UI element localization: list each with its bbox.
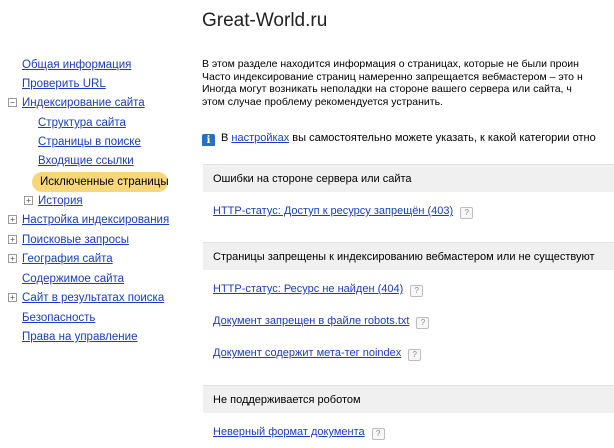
sidebar-item-label[interactable]: Сайт в результатах поиска <box>22 292 164 304</box>
collapse-toggle-icon[interactable]: − <box>8 98 17 107</box>
expand-toggle-icon[interactable]: + <box>8 235 17 244</box>
intro-line: этом случае проблему рекомендуется устра… <box>202 95 443 108</box>
excluded-reason-item: Неверный формат документа? <box>213 424 385 440</box>
group-header-forbidden-or-missing: Страницы запрещены к индексированию вебм… <box>203 242 614 270</box>
group-header-server-errors: Ошибки на стороне сервера или сайта <box>203 164 614 192</box>
sidebar-item-label[interactable]: Проверить URL <box>22 78 106 90</box>
reason-link-robots-txt[interactable]: Документ запрещен в файле robots.txt <box>213 315 409 327</box>
sidebar-item-indexing-settings[interactable]: + Настройка индексирования <box>8 211 169 229</box>
excluded-reason-item: HTTP-статус: Ресурс не найден (404)? <box>213 281 424 297</box>
sidebar-item-incoming-links[interactable]: Входящие ссылки <box>38 152 134 170</box>
page-title: Great-World.ru <box>202 10 328 31</box>
reason-link-noindex[interactable]: Документ содержит мета-тег noindex <box>213 347 401 359</box>
sidebar-item-label[interactable]: Структура сайта <box>38 117 126 129</box>
expand-toggle-icon[interactable]: + <box>8 215 17 224</box>
info-icon: i <box>202 134 215 146</box>
sidebar-item-general-info[interactable]: Общая информация <box>22 56 131 74</box>
sidebar-item-label[interactable]: История <box>38 195 83 207</box>
sidebar-item-site-geography[interactable]: + География сайта <box>8 250 113 268</box>
sidebar-item-label[interactable]: Безопасность <box>22 312 95 324</box>
sidebar-item-label[interactable]: Общая информация <box>22 59 131 71</box>
intro-text: В этом разделе находится информация о ст… <box>202 58 614 108</box>
settings-hint: iВ настройках вы самостоятельно можете у… <box>202 130 614 146</box>
sidebar-item-security[interactable]: Безопасность <box>22 309 95 327</box>
group-header-not-supported: Не поддерживается роботом <box>203 385 614 413</box>
sidebar-item-site-content[interactable]: Содержимое сайта <box>22 270 124 288</box>
hint-prefix: В <box>221 132 229 144</box>
expand-toggle-icon[interactable]: + <box>24 196 33 205</box>
help-icon[interactable]: ? <box>460 207 474 219</box>
sidebar-item-pages-in-search[interactable]: Страницы в поиске <box>38 133 141 151</box>
help-icon[interactable]: ? <box>371 428 385 440</box>
intro-line: Иногда могут возникать неполадки на стор… <box>202 83 572 95</box>
sidebar-item-check-url[interactable]: Проверить URL <box>22 75 106 93</box>
excluded-reason-item: HTTP-статус: Доступ к ресурсу запрещён (… <box>213 203 474 219</box>
settings-link[interactable]: настройках <box>231 132 289 144</box>
reason-link-404[interactable]: HTTP-статус: Ресурс не найден (404) <box>213 283 403 295</box>
expand-toggle-icon[interactable]: + <box>8 254 17 263</box>
sidebar-item-label[interactable]: Содержимое сайта <box>22 273 124 285</box>
intro-line: В этом разделе находится информация о ст… <box>202 58 579 70</box>
sidebar-item-site-in-search-results[interactable]: + Сайт в результатах поиска <box>8 289 164 307</box>
sidebar-item-site-indexing[interactable]: − Индексирование сайта <box>8 94 145 112</box>
sidebar-item-history[interactable]: + История <box>24 192 83 210</box>
sidebar-item-label[interactable]: География сайта <box>22 253 113 265</box>
sidebar-item-search-queries[interactable]: + Поисковые запросы <box>8 231 129 249</box>
help-icon[interactable]: ? <box>416 317 430 329</box>
sidebar-item-site-structure[interactable]: Структура сайта <box>38 114 126 132</box>
help-icon[interactable]: ? <box>408 349 422 361</box>
sidebar-item-label[interactable]: Настройка индексирования <box>22 214 169 226</box>
sidebar-item-excluded-pages[interactable]: Исключенные страницы <box>40 174 169 190</box>
sidebar-item-label[interactable]: Входящие ссылки <box>38 155 134 167</box>
sidebar-item-label[interactable]: Индексирование сайта <box>22 97 145 109</box>
excluded-reason-item: Документ содержит мета-тег noindex? <box>213 345 422 361</box>
expand-toggle-icon[interactable]: + <box>8 293 17 302</box>
excluded-reason-item: Документ запрещен в файле robots.txt? <box>213 313 430 329</box>
sidebar-item-label[interactable]: Поисковые запросы <box>22 234 129 246</box>
sidebar-item-label[interactable]: Права на управление <box>22 331 137 343</box>
intro-line: Часто индексирование страниц намеренно з… <box>202 70 583 83</box>
hint-text: вы самостоятельно можете указать, к како… <box>292 132 596 144</box>
sidebar-item-label[interactable]: Страницы в поиске <box>38 136 141 148</box>
help-icon[interactable]: ? <box>410 285 424 297</box>
reason-link-403[interactable]: HTTP-статус: Доступ к ресурсу запрещён (… <box>213 205 453 217</box>
reason-link-invalid-format[interactable]: Неверный формат документа <box>213 426 365 438</box>
sidebar-item-management-rights[interactable]: Права на управление <box>22 328 137 346</box>
